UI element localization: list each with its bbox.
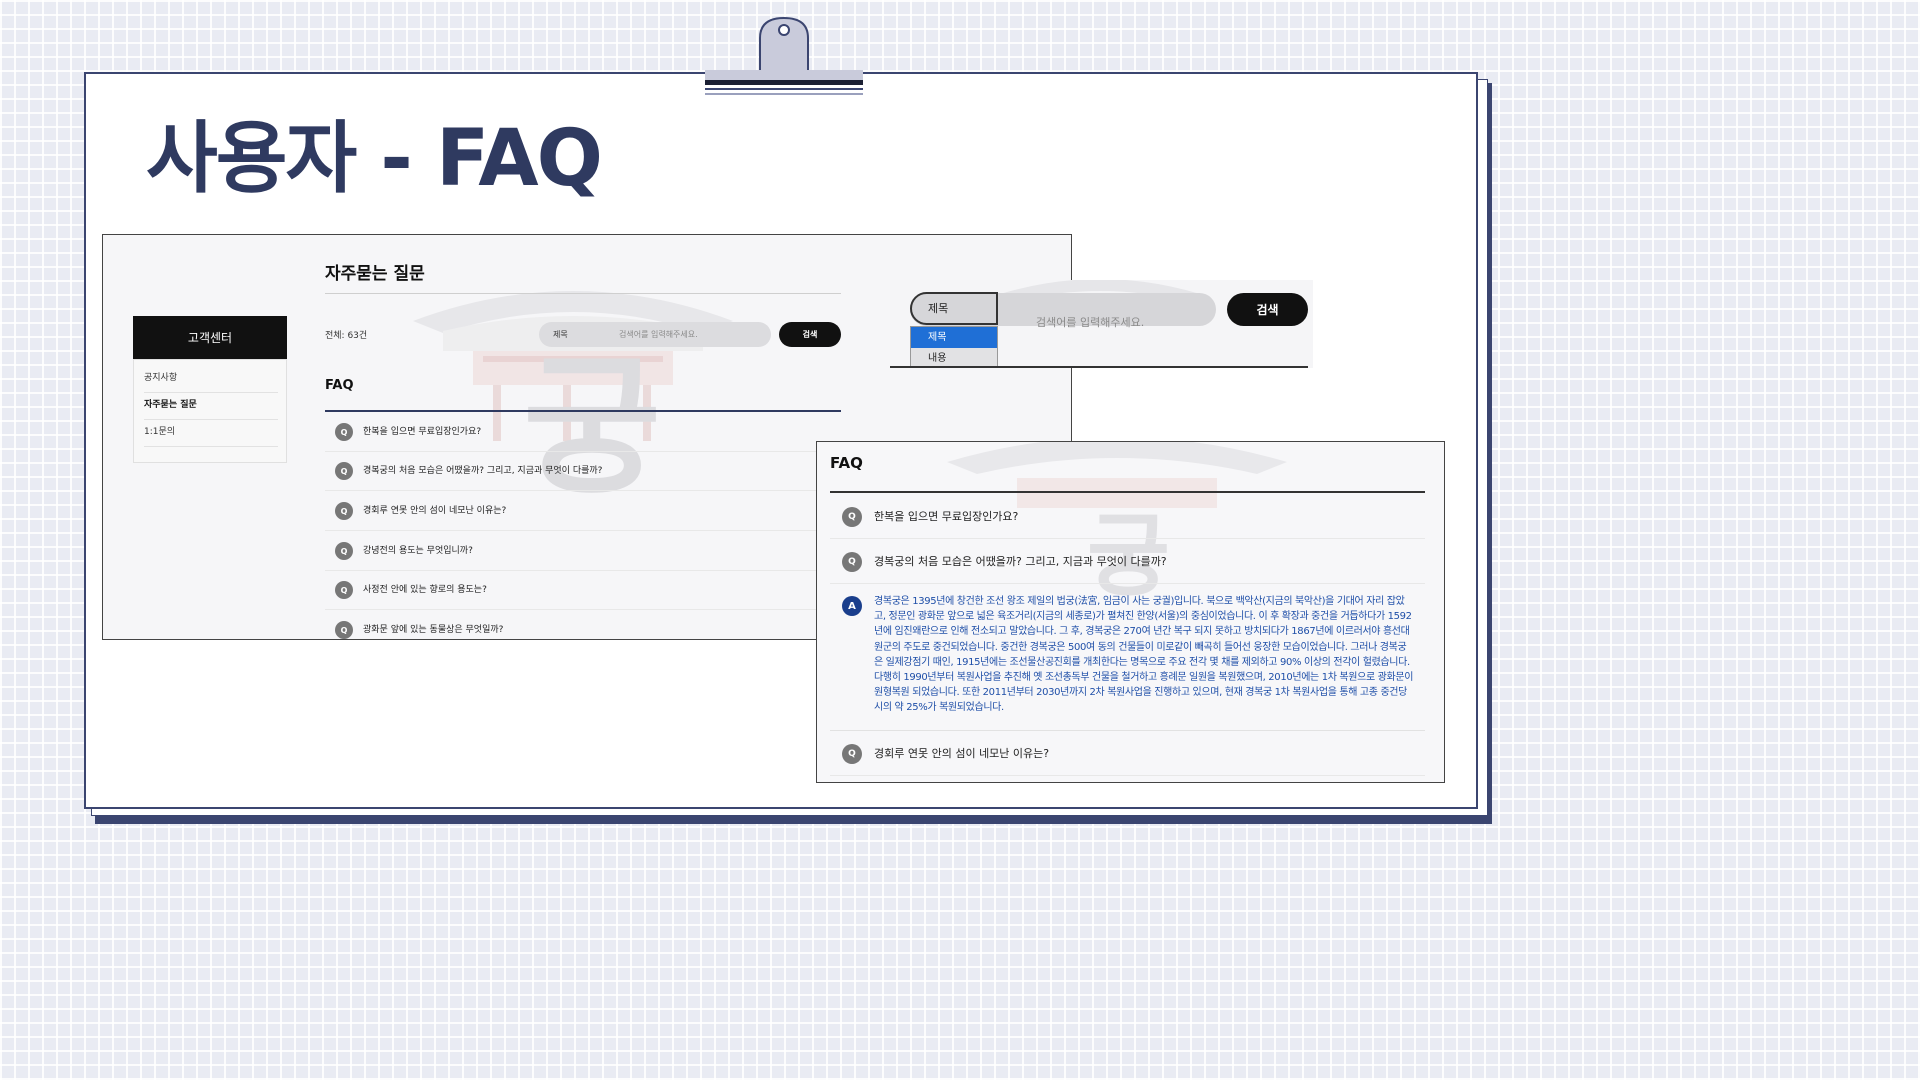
question-badge-icon: Q <box>842 552 862 572</box>
faq-question-row[interactable]: Q 광화문 앞에 있는 동물상은 무엇일까? <box>325 610 841 639</box>
search-input[interactable]: 검색어를 입력해주세요. <box>619 322 698 347</box>
dropdown-option-title[interactable]: 제목 <box>911 327 997 348</box>
search-divider <box>890 366 1308 368</box>
question-text: 사정전 안에 있는 향로의 용도는? <box>363 585 487 595</box>
heading-divider <box>325 293 841 294</box>
total-count: 전체: 63건 <box>325 331 368 341</box>
faq-question-row[interactable]: Q 경회루 연못 안의 섬이 네모난 이유는? <box>830 730 1425 776</box>
faq-question-row[interactable]: Q 경복궁의 처음 모습은 어땠을까? 그리고, 지금과 무엇이 다를까? <box>325 451 841 491</box>
faq-question-row[interactable]: Q 강녕전의 용도는 무엇입니까? <box>325 531 841 571</box>
dropdown-option-content[interactable]: 내용 <box>911 348 997 368</box>
faq-question-row[interactable]: Q 한복을 입으면 무료입장인가요? <box>830 493 1425 539</box>
question-text: 경회루 연못 안의 섬이 네모난 이유는? <box>363 506 507 516</box>
question-text: 경복궁의 처음 모습은 어땠을까? 그리고, 지금과 무엇이 다를까? <box>363 466 603 476</box>
faq-section-title: FAQ <box>325 378 354 393</box>
question-badge-icon: Q <box>335 423 353 441</box>
question-text: 한복을 입으면 무료입장인가요? <box>363 427 482 437</box>
answer-text: 경복궁은 1395년에 창건한 조선 왕조 제일의 법궁(法宮, 임금이 사는 … <box>874 596 1414 714</box>
question-text: 강녕전의 용도는 무엇입니까? <box>363 546 473 556</box>
faq-question-row[interactable]: Q 한복을 입으면 무료입장인가요? <box>325 412 841 452</box>
question-badge-icon: Q <box>335 542 353 560</box>
question-badge-icon: Q <box>842 744 862 764</box>
faq-question-row[interactable]: Q 사정전 안에 있는 향로의 용도는? <box>325 570 841 610</box>
answer-badge-icon: A <box>842 596 862 616</box>
search-button[interactable]: 검색 <box>1227 293 1308 326</box>
search-input[interactable]: 검색어를 입력해주세요. <box>1036 306 1144 339</box>
question-text: 경회루 연못 안의 섬이 네모난 이유는? <box>874 747 1050 760</box>
question-badge-icon: Q <box>335 462 353 480</box>
search-type-select[interactable]: 제목 <box>910 292 998 325</box>
sidebar-item-inquiry[interactable]: 1:1문의 <box>144 419 278 447</box>
faq-question-row[interactable]: Q 경복궁의 처음 모습은 어땠을까? 그리고, 지금과 무엇이 다를까? <box>830 538 1425 584</box>
search-type-select[interactable]: 제목 <box>553 322 568 347</box>
search-dropdown-screenshot: 검색어를 입력해주세요. 제목 검색 제목 내용 <box>890 280 1313 368</box>
faq-section-title: FAQ <box>830 454 863 472</box>
search-button[interactable]: 검색 <box>779 322 841 347</box>
question-text: 광화문 앞에 있는 동물상은 무엇일까? <box>363 625 504 635</box>
faq-question-row[interactable]: Q 경회루 연못 안의 섬이 네모난 이유는? <box>325 491 841 531</box>
page-heading: 자주묻는 질문 <box>325 264 425 284</box>
sidebar-item-notice[interactable]: 공지사항 <box>144 365 278 393</box>
search-bar: 제목 검색어를 입력해주세요. <box>539 322 771 347</box>
question-text: 한복을 입으면 무료입장인가요? <box>874 510 1019 523</box>
question-text: 경복궁의 처음 모습은 어땠을까? 그리고, 지금과 무엇이 다를까? <box>874 555 1167 568</box>
search-type-dropdown: 제목 내용 <box>910 326 998 368</box>
sidebar-title: 고객센터 <box>133 316 287 359</box>
question-badge-icon: Q <box>335 621 353 639</box>
faq-answer: A 경복궁은 1395년에 창건한 조선 왕조 제일의 법궁(法宮, 임금이 사… <box>830 584 1425 731</box>
question-badge-icon: Q <box>335 502 353 520</box>
question-badge-icon: Q <box>335 581 353 599</box>
question-badge-icon: Q <box>842 507 862 527</box>
slide-title: 사용자 - FAQ <box>146 114 603 204</box>
sidebar-menu: 공지사항 자주묻는 질문 1:1문의 <box>133 359 287 463</box>
faq-detail-screenshot: 궁 FAQ Q 한복을 입으면 무료입장인가요? Q 경복궁의 처음 모습은 어… <box>816 441 1445 783</box>
sidebar-item-faq[interactable]: 자주묻는 질문 <box>144 392 278 420</box>
binder-clip-icon <box>705 16 863 95</box>
